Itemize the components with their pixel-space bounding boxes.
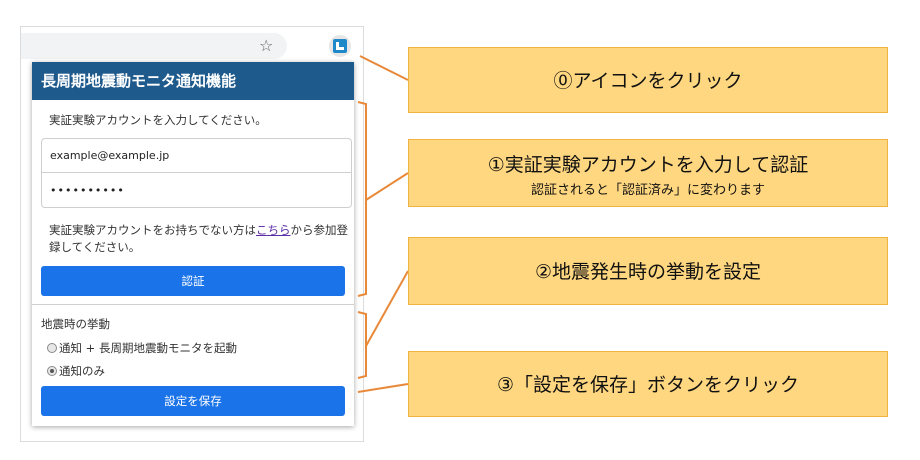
radio-label: 通知 + 長周期地震動モニタを起動 [59,341,237,355]
signup-prefix: 実証実験アカウントをお持ちでない方は [49,223,256,237]
extension-logo-icon [333,39,347,53]
callout-main: ③「設定を保存」ボタンをクリック [496,374,800,396]
callout-main: ①実証実験アカウントを入力して認証 [487,154,809,176]
radio-label: 通知のみ [59,364,105,378]
signup-note: 実証実験アカウントをお持ちでない方はこちらから参加登録してください。 [49,222,349,256]
callout-main: ⓪アイコンをクリック [553,70,743,92]
callout-step-2: ②地震発生時の挙動を設定 [408,237,888,305]
callout-sub: 認証されると「認証済み」に変わります [530,183,765,198]
connector-3 [357,383,409,393]
extension-popup: 長周期地震動モニタ通知機能 実証実験アカウントを入力してください。 実証実験アカ… [32,62,354,426]
callout-main: ②地震発生時の挙動を設定 [534,261,762,283]
behavior-title: 地震時の挙動 [41,317,110,331]
auth-button[interactable]: 認証 [41,266,345,296]
popup-title: 長周期地震動モニタ通知機能 [32,62,354,100]
radio-button[interactable] [47,343,57,353]
callout-step-1: ①実証実験アカウントを入力して認証 認証されると「認証済み」に変わります [408,139,888,207]
email-field[interactable] [41,138,352,173]
section-divider [32,304,354,305]
browser-toolbar: ☆ [21,27,363,67]
password-field[interactable] [41,173,352,208]
star-icon[interactable]: ☆ [259,36,273,56]
connector-1 [365,172,409,201]
callout-step-3: ③「設定を保存」ボタンをクリック [408,351,888,417]
callout-step-0: ⓪アイコンをクリック [408,47,888,113]
radio-option-launch-monitor[interactable]: 通知 + 長周期地震動モニタを起動 [47,340,237,356]
address-bar[interactable] [21,33,287,59]
connector-2 [365,270,409,347]
radio-button-selected[interactable] [47,366,57,376]
signup-link[interactable]: こちら [256,223,291,237]
connector-0 [359,55,409,81]
auth-description: 実証実験アカウントを入力してください。 [49,113,267,127]
extension-icon[interactable] [329,35,351,57]
save-settings-button[interactable]: 設定を保存 [41,386,345,416]
radio-option-notify-only[interactable]: 通知のみ [47,363,105,379]
